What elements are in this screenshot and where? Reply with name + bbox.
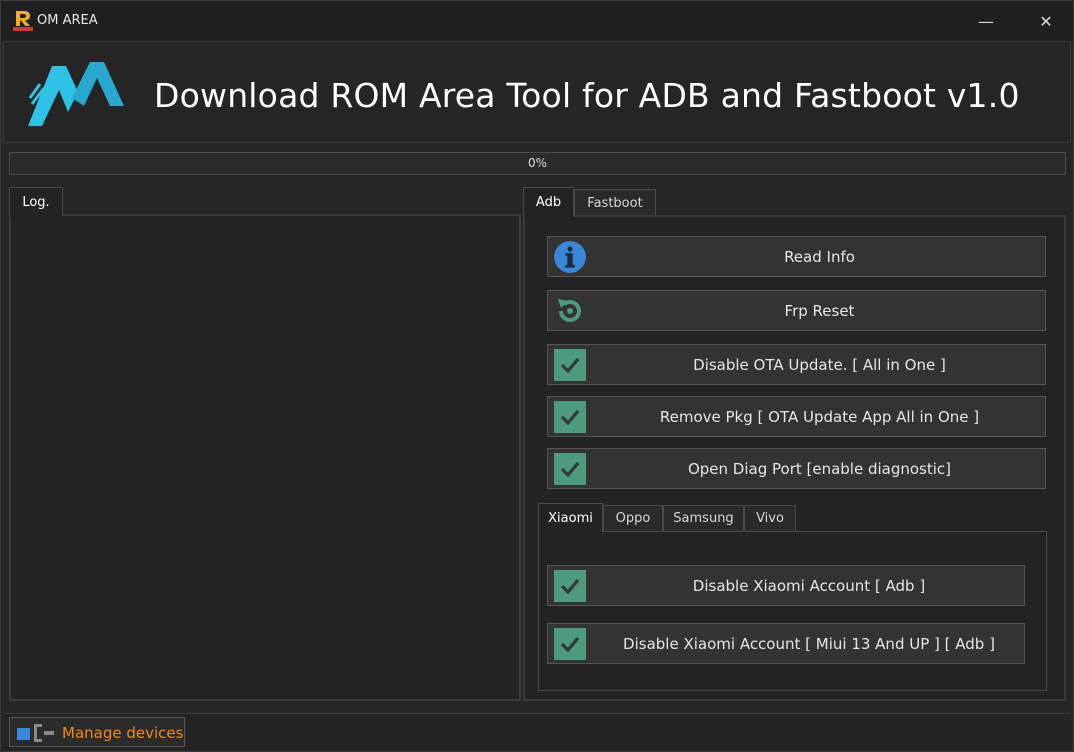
tab-oppo[interactable]: Oppo [603, 505, 663, 532]
tab-vivo[interactable]: Vivo [744, 505, 796, 532]
header-banner: Download ROM Area Tool for ADB and Fastb… [3, 41, 1071, 143]
open-diag-port-label: Open Diag Port [enable diagnostic] [687, 459, 952, 478]
close-icon: ✕ [1039, 11, 1053, 31]
frp-reset-button[interactable]: Frp Reset [547, 290, 1046, 331]
tab-fastboot-label: Fastboot [587, 195, 643, 211]
tab-fastboot[interactable]: Fastboot [574, 189, 656, 217]
open-diag-port-button[interactable]: Open Diag Port [enable diagnostic] [547, 448, 1046, 489]
check-icon [554, 349, 586, 381]
disable-xiaomi-account-miui13-button[interactable]: Disable Xiaomi Account [ Miui 13 And UP … [547, 623, 1025, 664]
disable-ota-button[interactable]: Disable OTA Update. [ All in One ] [547, 344, 1046, 385]
check-icon [554, 628, 586, 660]
tab-samsung[interactable]: Samsung [663, 505, 744, 532]
log-output[interactable] [9, 214, 521, 701]
manage-devices-label: Manage devices [62, 724, 184, 742]
check-icon [554, 570, 586, 602]
frp-reset-label: Frp Reset [784, 301, 855, 320]
remove-pkg-label: Remove Pkg [ OTA Update App All in One ] [659, 407, 980, 426]
read-info-button[interactable]: Read Info [547, 236, 1046, 277]
info-icon [554, 241, 586, 273]
manage-devices-button[interactable]: Manage devices [9, 717, 185, 747]
tab-samsung-label: Samsung [673, 511, 734, 526]
disable-xiaomi-account-label: Disable Xiaomi Account [ Adb ] [692, 576, 926, 595]
rom-area-logo-icon [28, 62, 124, 126]
xiaomi-panel [538, 531, 1047, 691]
tab-log-label: Log. [22, 194, 50, 210]
progress-label: 0% [527, 156, 548, 170]
disable-xiaomi-account-miui13-label: Disable Xiaomi Account [ Miui 13 And UP … [623, 634, 995, 653]
page-title: Download ROM Area Tool for ADB and Fastb… [154, 76, 1020, 115]
devices-icon [17, 724, 54, 742]
tab-log[interactable]: Log. [9, 187, 63, 217]
disable-ota-label: Disable OTA Update. [ All in One ] [693, 355, 946, 374]
remove-pkg-button[interactable]: Remove Pkg [ OTA Update App All in One ] [547, 396, 1046, 437]
title-bar: OM AREA — ✕ [1, 1, 1073, 41]
minimize-icon: — [978, 11, 994, 31]
tab-vivo-label: Vivo [756, 511, 784, 526]
app-r-icon [13, 11, 33, 31]
window-title: OM AREA [37, 13, 98, 28]
close-button[interactable]: ✕ [1023, 7, 1069, 35]
tab-xiaomi[interactable]: Xiaomi [538, 503, 603, 533]
check-icon [554, 401, 586, 433]
tab-adb[interactable]: Adb [523, 187, 574, 217]
minimize-button[interactable]: — [963, 7, 1009, 35]
progress-bar: 0% [9, 152, 1066, 175]
refresh-icon [558, 299, 581, 322]
disable-xiaomi-account-button[interactable]: Disable Xiaomi Account [ Adb ] [547, 565, 1025, 606]
read-info-label: Read Info [784, 247, 855, 266]
app-window: OM AREA — ✕ Download ROM Area Tool for A… [0, 0, 1074, 752]
tab-oppo-label: Oppo [615, 511, 651, 526]
tab-xiaomi-label: Xiaomi [548, 510, 593, 526]
check-icon [554, 453, 586, 485]
tab-adb-label: Adb [535, 194, 562, 210]
